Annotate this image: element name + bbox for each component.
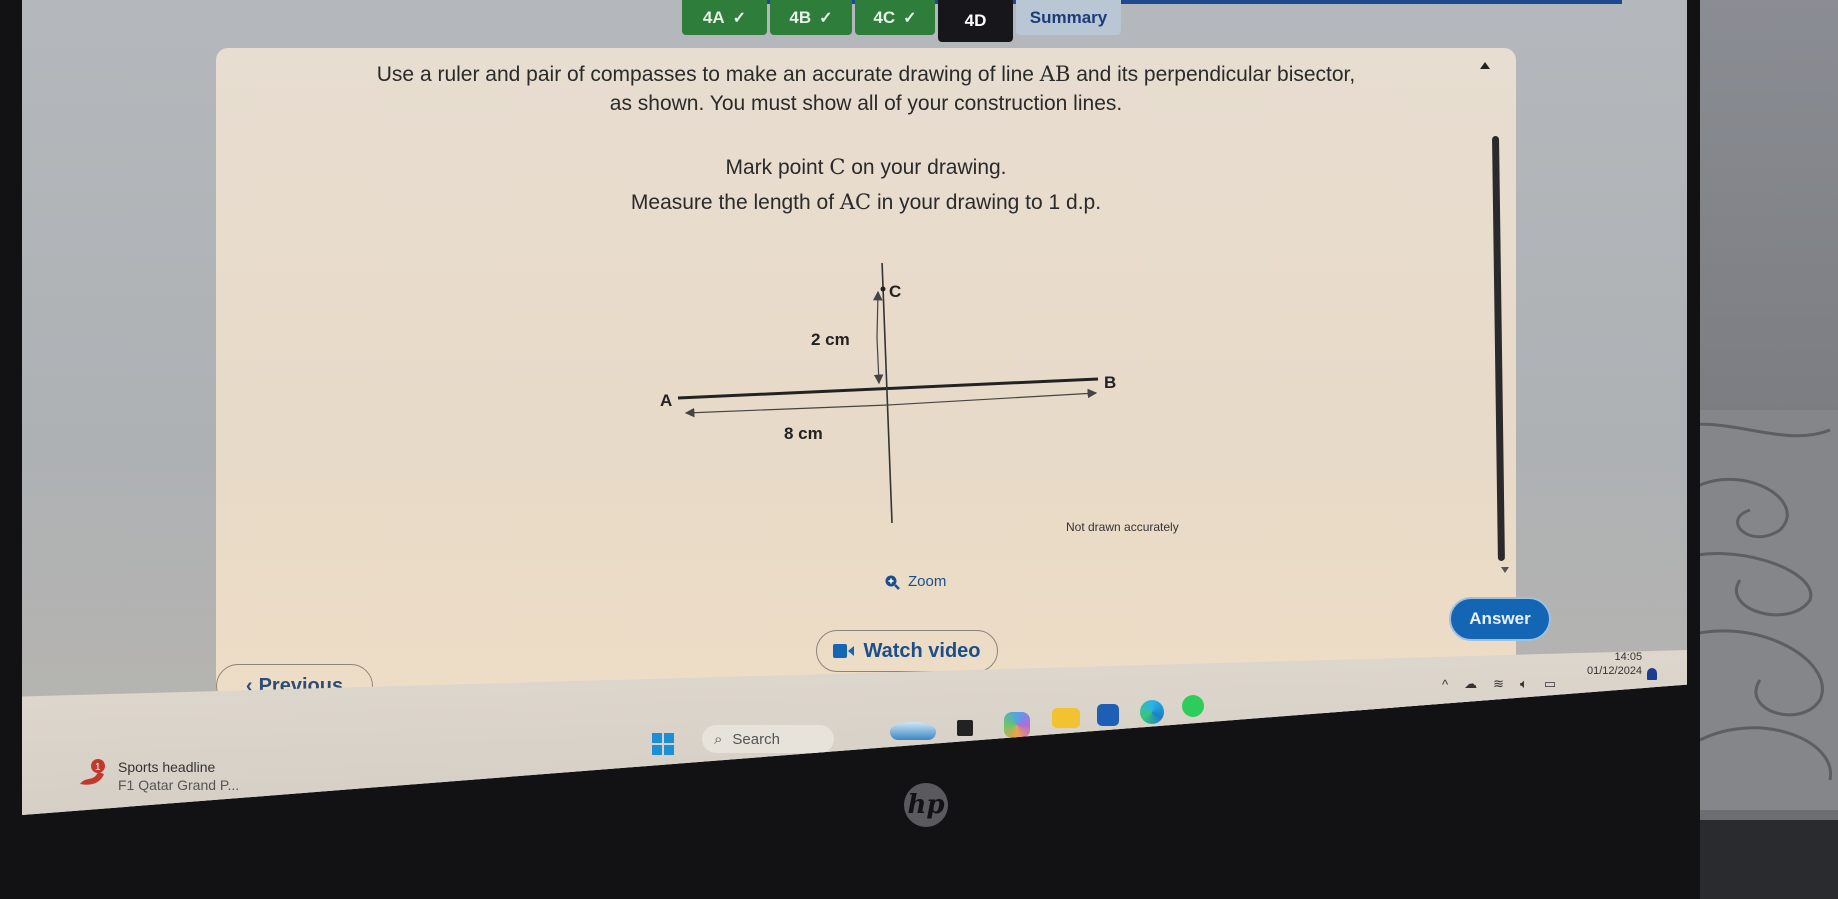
point-c [880, 286, 886, 292]
question-line-2: as shown. You must show all of your cons… [609, 92, 1123, 115]
show-hidden-icons-chevron[interactable]: ^ [1442, 677, 1448, 692]
video-camera-icon [833, 644, 855, 658]
weather-app-icon[interactable] [890, 722, 936, 740]
label-a: A [660, 391, 672, 410]
check-icon: ✓ [819, 9, 833, 27]
construction-diagram: A B C 2 cm 8 cm Not drawn accurately [660, 263, 1179, 534]
news-subtitle: F1 Qatar Grand P... [118, 777, 240, 793]
task-view-icon[interactable] [957, 720, 973, 736]
sports-news-icon: 1 [78, 758, 108, 788]
height-arrow-down [873, 337, 884, 385]
file-explorer-icon[interactable] [1052, 708, 1080, 728]
question-line-4: Measure the length of AC in your drawing… [630, 190, 1102, 214]
microsoft-store-icon[interactable] [1097, 704, 1119, 726]
not-drawn-accurately-note: Not drawn accurately [1066, 520, 1179, 534]
tab-4d[interactable]: 4D [938, 0, 1013, 42]
windows-start-icon[interactable] [652, 733, 674, 755]
height-arrow-up [873, 290, 883, 339]
question-line-3: Mark point C on your drawing. [725, 155, 1007, 179]
zoom-button[interactable]: Zoom [884, 573, 946, 590]
dimension-arrow-left [684, 404, 889, 418]
answer-button[interactable]: Answer [1449, 597, 1551, 641]
scroll-up-arrow[interactable] [1480, 62, 1490, 69]
length-label: 8 cm [784, 424, 823, 443]
battery-icon[interactable]: ▭ [1544, 676, 1556, 692]
volume-icon[interactable]: 🔈︎ [1520, 676, 1528, 692]
screen: 4A ✓ 4B ✓ 4C ✓ 4D Summary Use a ruler and p… [22, 0, 1687, 815]
clock-date: 01/12/2024 [1587, 665, 1643, 677]
label-b: B [1104, 373, 1116, 392]
scroll-down-arrow[interactable] [1501, 567, 1509, 573]
tab-4a[interactable]: 4A ✓ [682, 0, 767, 35]
zoom-in-icon [885, 575, 900, 590]
taskbar-clock[interactable]: 14:05 01/12/2024 [1587, 650, 1642, 678]
notification-bell-icon[interactable] [1647, 668, 1657, 680]
taskbar-search[interactable]: ⌕ Search [702, 725, 834, 753]
question-card: Use a ruler and pair of compasses to mak… [216, 48, 1551, 713]
watch-video-button[interactable]: Watch video [816, 630, 998, 672]
copilot-icon[interactable] [1004, 712, 1030, 738]
perpendicular-bisector [881, 263, 893, 524]
line-ab [677, 377, 1099, 400]
tab-summary[interactable]: Summary [1016, 0, 1121, 35]
onedrive-cloud-icon[interactable]: ☁ [1464, 676, 1477, 692]
tab-4b[interactable]: 4B ✓ [770, 0, 852, 35]
dimension-arrow-right [887, 388, 1098, 406]
height-label: 2 cm [811, 330, 850, 349]
edge-browser-icon[interactable] [1140, 700, 1164, 724]
news-title: Sports headline [118, 759, 216, 775]
tab-4c[interactable]: 4C ✓ [855, 0, 935, 35]
spotify-icon[interactable] [1182, 695, 1204, 717]
wifi-icon[interactable]: ≋ [1493, 676, 1504, 692]
search-icon: ⌕ [714, 730, 723, 748]
system-tray: ^ ☁ ≋ 🔈︎ ▭ [1442, 676, 1556, 692]
label-c: C [889, 282, 901, 301]
check-icon: ✓ [732, 9, 747, 27]
question-line-1: Use a ruler and pair of compasses to mak… [376, 62, 1356, 86]
check-icon: ✓ [903, 9, 917, 27]
news-widget[interactable]: 1 Sports headline F1 Qatar Grand P... [78, 758, 239, 794]
svg-text:1: 1 [95, 762, 101, 773]
hp-logo: hp [904, 783, 948, 827]
clock-time: 14:05 [1614, 651, 1643, 663]
